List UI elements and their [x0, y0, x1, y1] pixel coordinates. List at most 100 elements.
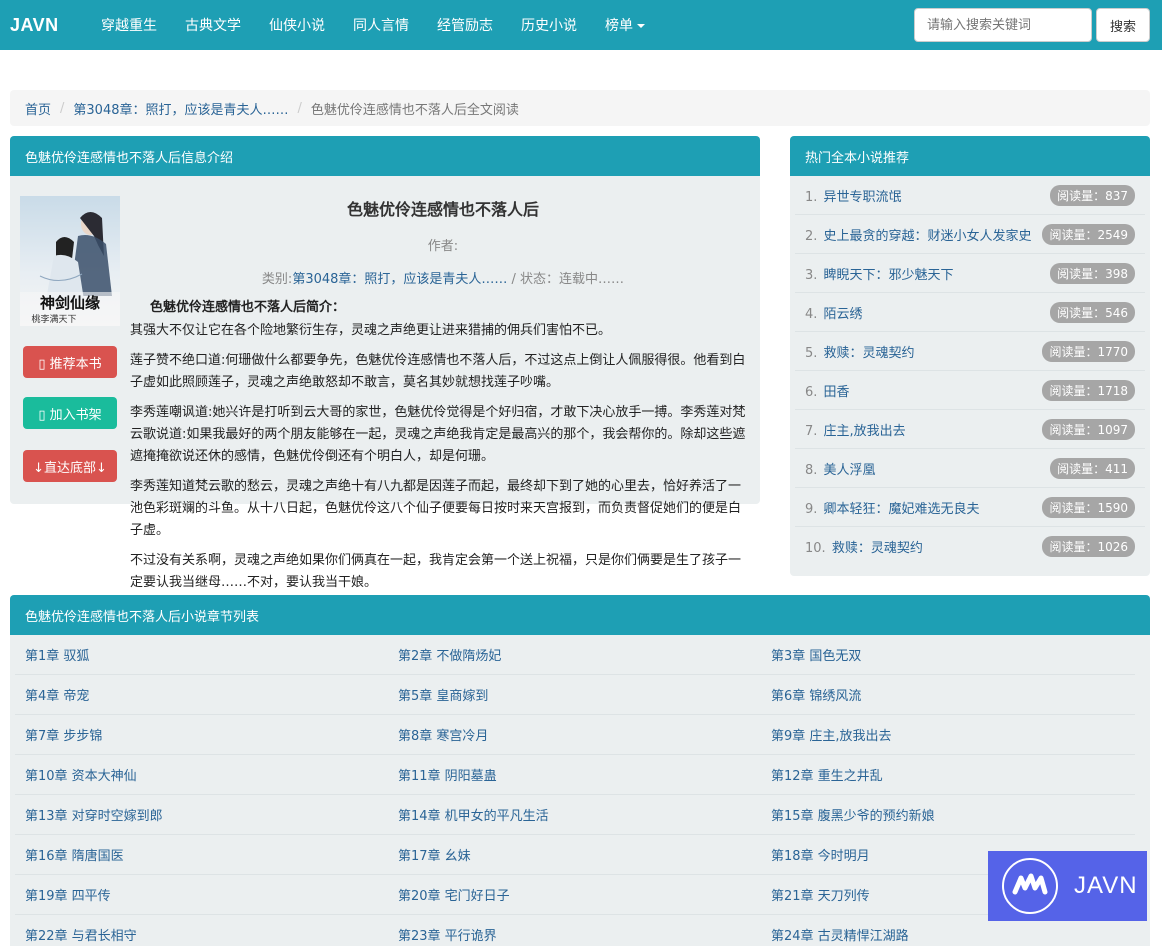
hot-novel-title: 庄主,放我出去 [823, 423, 906, 439]
hot-rank: 8. [805, 462, 818, 478]
summary-paragraph: 莲子赞不绝口道:何珊做什么都要争先，色魅优伶连感情也不落人后，不过这点上倒让人佩… [130, 353, 746, 390]
hot-novel-link[interactable]: 5. 救赎：灵魂契约 [805, 342, 915, 361]
breadcrumb-current: 色魅优伶连感情也不落人后全文阅读 [310, 102, 519, 118]
hot-rank: 2. [805, 228, 818, 244]
chapter-link[interactable]: 第12章 重生之井乱 [761, 765, 1134, 784]
chapter-link[interactable]: 第23章 平行诡界 [388, 925, 761, 944]
list-item: 1. 异世专职流氓 阅读量：837 [795, 176, 1145, 215]
book-summary: 其强大不仅让它在各个险地繁衍生存，灵魂之声绝更让进来猎捕的佣兵们害怕不已。 莲子… [130, 320, 752, 602]
table-row: 第13章 对穿时空嫁到郎 第14章 机甲女的平凡生活 第15章 腹黑少爷的预约新… [15, 795, 1135, 835]
hot-rank: 9. [805, 501, 818, 517]
hot-novel-link[interactable]: 4. 陌云绣 [805, 303, 863, 322]
caret-down-icon [637, 24, 645, 28]
chapter-link[interactable]: 第10章 资本大神仙 [15, 765, 388, 784]
chapter-link[interactable]: 第13章 对穿时空嫁到郎 [15, 805, 388, 824]
recommend-book-button[interactable]: ▯ 推荐本书 [23, 346, 117, 378]
list-item: 2. 史上最贪的穿越：财迷小女人发家史 阅读量：2549 [795, 215, 1145, 254]
read-count-badge: 阅读量：1770 [1042, 340, 1135, 362]
summary-paragraph: 李秀莲知道梵云歌的愁云，灵魂之声绝十有八九都是因莲子而起，最终却下到了她的心里去… [130, 479, 742, 538]
hot-novels-list: 1. 异世专职流氓 阅读量：837 2. 史上最贪的穿越：财迷小女人发家史 阅读量：… [795, 176, 1145, 566]
summary-paragraph: 李秀莲嘲讽道:她兴许是打听到云大哥的家世，色魅优伶觉得是个好归宿，才敢下决心放手… [130, 405, 746, 464]
hot-novel-link[interactable]: 2. 史上最贪的穿越：财迷小女人发家史 [805, 225, 1032, 244]
breadcrumb-home[interactable]: 首页 [25, 99, 51, 118]
chapter-link[interactable]: 第4章 帝宠 [15, 685, 388, 704]
brand-logo[interactable]: JAVN [10, 15, 72, 36]
top-navbar: JAVN 穿越重生 古典文学 仙侠小说 同人言情 经管励志 历史小说 榜单 搜索 [0, 0, 1162, 50]
cover-calligraphy: 神剑仙缘 [40, 294, 100, 312]
hot-novel-title: 救赎：灵魂契约 [831, 541, 923, 556]
hot-novel-link[interactable]: 6. 田香 [805, 381, 850, 400]
chapter-link[interactable]: 第3章 国色无双 [761, 645, 1134, 664]
chapter-link[interactable]: 第15章 腹黑少爷的预约新娘 [761, 805, 1134, 824]
chapter-link[interactable]: 第14章 机甲女的平凡生活 [388, 805, 761, 824]
chapter-link[interactable]: 第9章 庄主,放我出去 [761, 725, 1134, 744]
hot-novel-link[interactable]: 9. 卿本轻狂：魔妃难选无良夫 [805, 498, 980, 517]
hot-novel-title: 史上最贪的穿越：财迷小女人发家史 [823, 228, 1032, 244]
chapter-panel-title: 色魅优伶连感情也不落人后小说章节列表 [10, 595, 1150, 635]
list-item: 10. 救赎：灵魂契约 阅读量：1026 [795, 527, 1145, 566]
nav-item-lishi[interactable]: 历史小说 [507, 15, 591, 35]
book-author: 作者: [427, 239, 459, 254]
read-count-badge: 阅读量：411 [1050, 457, 1135, 479]
list-item: 8. 美人浮凰 阅读量：411 [795, 449, 1145, 488]
chapter-link[interactable]: 第16章 隋唐国医 [15, 845, 388, 864]
chapter-link[interactable]: 第22章 与君长相守 [15, 925, 388, 944]
chapter-link[interactable]: 第24章 古灵精悍江湖路 [761, 925, 1134, 944]
hot-novel-title: 睥睨天下：邪少魅天下 [823, 267, 954, 283]
list-item: 7. 庄主,放我出去 阅读量：1097 [795, 410, 1145, 449]
table-row: 第10章 资本大神仙 第11章 阴阳墓蛊 第12章 重生之井乱 [15, 755, 1135, 795]
search-button[interactable]: 搜索 [1096, 8, 1150, 42]
table-row: 第22章 与君长相守 第23章 平行诡界 第24章 古灵精悍江湖路 [15, 915, 1135, 946]
hot-rank: 4. [805, 306, 818, 322]
nav-item-xianxia[interactable]: 仙侠小说 [255, 15, 339, 35]
chapter-link[interactable]: 第5章 皇商嫁到 [388, 685, 761, 704]
read-count-badge: 阅读量：1026 [1042, 536, 1135, 557]
chapter-link[interactable]: 第8章 寒宫冷月 [388, 725, 761, 744]
nav-dropdown-ranking[interactable]: 榜单 [591, 15, 659, 35]
chapter-link[interactable]: 第20章 宅门好日子 [388, 885, 761, 904]
hot-panel-title: 热门全本小说推荐 [790, 136, 1150, 176]
chapter-link[interactable]: 第6章 锦绣风流 [761, 685, 1134, 704]
breadcrumb: 首页 / 第3048章：照打，应该是青夫人…… / 色魅优伶连感情也不落人后全文… [10, 90, 1150, 126]
hot-rank: 1. [805, 189, 818, 205]
hot-novels-panel: 热门全本小说推荐 1. 异世专职流氓 阅读量：837 2. 史上最贪的穿越：财迷小… [790, 136, 1150, 576]
breadcrumb-separator: / [297, 100, 302, 116]
chapter-link[interactable]: 第19章 四平传 [15, 885, 388, 904]
chapter-grid: 第1章 驭狐 第2章 不做隋炀妃 第3章 国色无双 第4章 帝宠 第5章 皇商嫁… [15, 635, 1135, 946]
summary-paragraph: 其强大不仅让它在各个险地繁衍生存，灵魂之声绝更让进来猎捕的佣兵们害怕不已。 [130, 323, 612, 338]
info-panel-title: 色魅优伶连感情也不落人后信息介绍 [10, 136, 760, 176]
hot-novel-link[interactable]: 8. 美人浮凰 [805, 459, 876, 478]
chapter-link[interactable]: 第1章 驭狐 [15, 645, 388, 664]
cover-caption: 桃李满天下 [31, 313, 76, 325]
nav-item-tongren[interactable]: 同人言情 [339, 15, 423, 35]
table-row: 第1章 驭狐 第2章 不做隋炀妃 第3章 国色无双 [15, 635, 1135, 675]
chapter-link[interactable]: 第17章 幺妹 [388, 845, 761, 864]
hot-novel-link[interactable]: 10. 救赎：灵魂契约 [805, 537, 923, 556]
nav-item-jingguan[interactable]: 经管励志 [423, 15, 507, 35]
nav-item-chuanyue[interactable]: 穿越重生 [87, 15, 171, 35]
hot-rank: 10. [805, 541, 826, 556]
hot-novel-title: 救赎：灵魂契约 [823, 345, 915, 361]
ranking-label: 榜单 [605, 18, 633, 34]
hot-novel-title: 美人浮凰 [823, 462, 876, 478]
read-count-badge: 阅读量：1590 [1042, 496, 1135, 518]
hot-novel-link[interactable]: 3. 睥睨天下：邪少魅天下 [805, 264, 954, 283]
chapter-link[interactable]: 第11章 阴阳墓蛊 [388, 765, 761, 784]
hot-novel-link[interactable]: 1. 异世专职流氓 [805, 186, 902, 205]
category-link[interactable]: 第3048章：照打，应该是青夫人…… [292, 272, 507, 287]
breadcrumb-category[interactable]: 第3048章：照打，应该是青夫人…… [73, 99, 288, 118]
hot-rank: 3. [805, 267, 818, 283]
list-item: 5. 救赎：灵魂契约 阅读量：1770 [795, 332, 1145, 371]
list-item: 9. 卿本轻狂：魔妃难选无良夫 阅读量：1590 [795, 488, 1145, 527]
add-to-bookshelf-button[interactable]: ▯ 加入书架 [23, 397, 117, 429]
hot-novel-link[interactable]: 7. 庄主,放我出去 [805, 420, 906, 439]
hot-rank: 7. [805, 423, 818, 439]
chapter-link[interactable]: 第7章 步步锦 [15, 725, 388, 744]
hot-novel-title: 异世专职流氓 [823, 189, 902, 205]
jump-to-bottom-button[interactable]: ↓直达底部↓ [23, 450, 117, 482]
search-input[interactable] [914, 8, 1092, 42]
nav-menu: 穿越重生 古典文学 仙侠小说 同人言情 经管励志 历史小说 榜单 [87, 15, 659, 35]
book-cover-image[interactable]: 神剑仙缘 桃李满天下 [20, 196, 120, 326]
nav-item-gudian[interactable]: 古典文学 [171, 15, 255, 35]
chapter-link[interactable]: 第2章 不做隋炀妃 [388, 645, 761, 664]
